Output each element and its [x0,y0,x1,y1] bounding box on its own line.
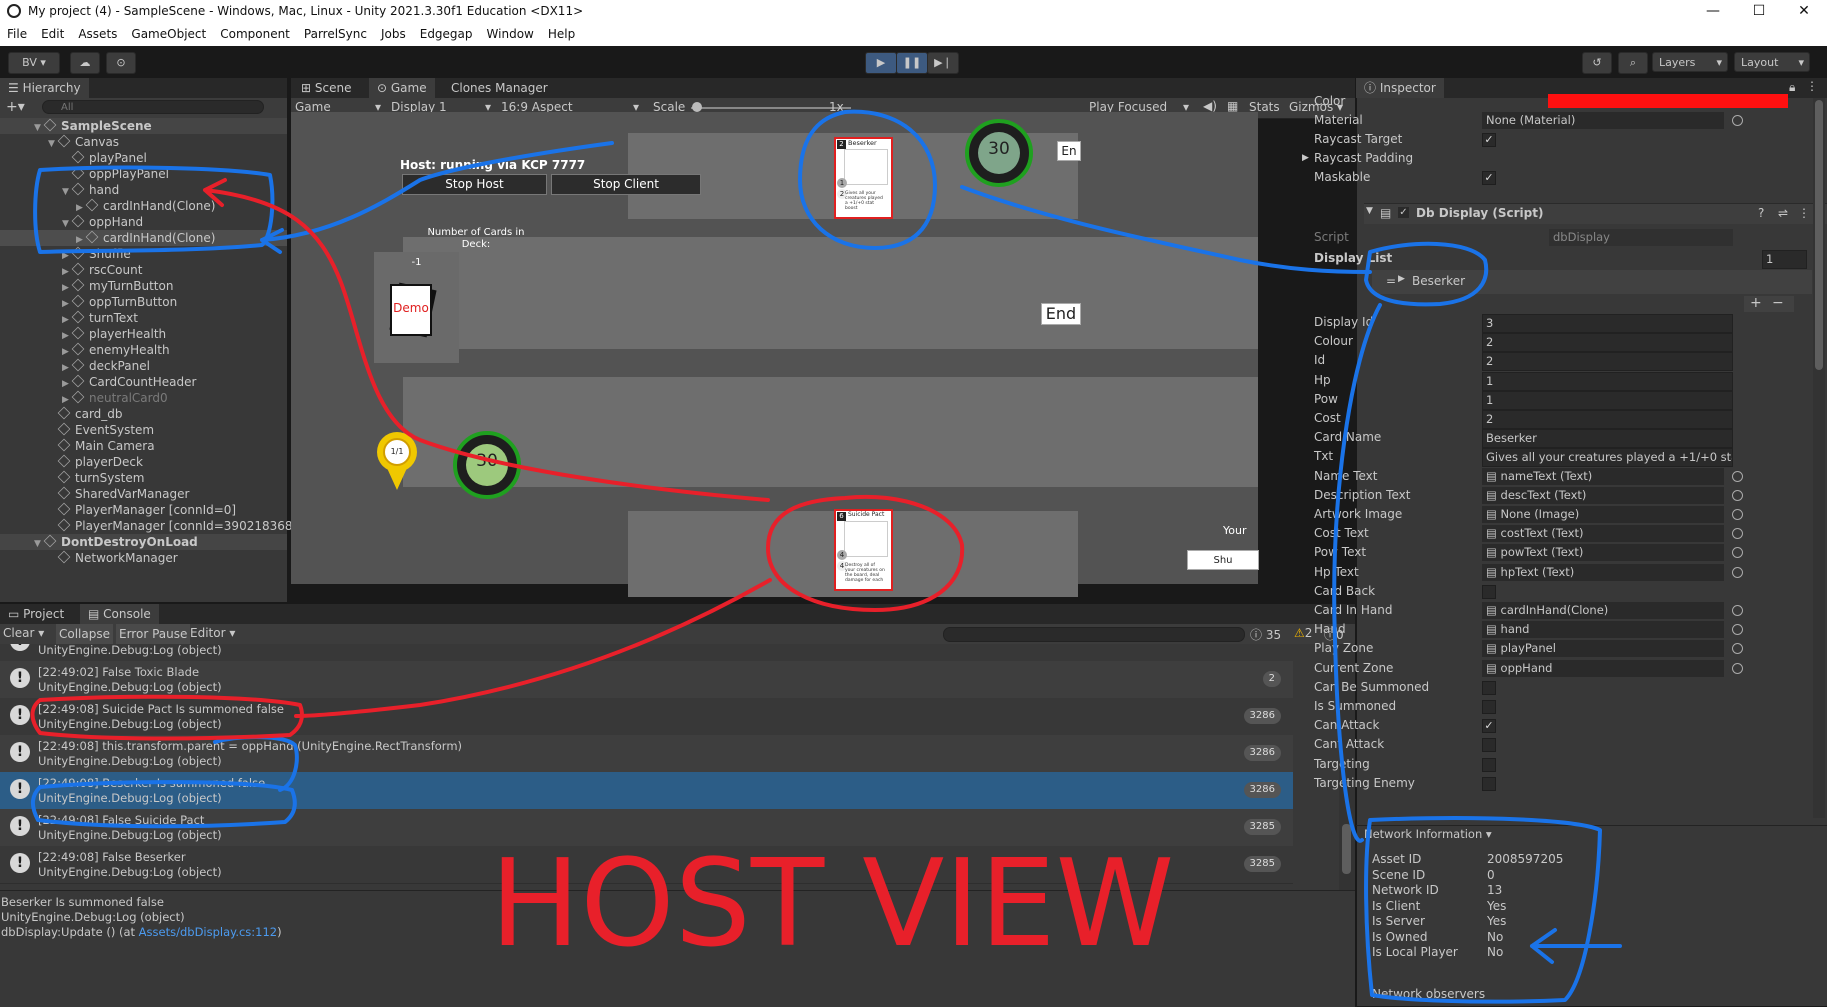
blue-line-down [1332,303,1382,843]
red-circle-bottom-card [766,494,965,612]
annotation-overlay: HOST VIEW [30,109,1622,1004]
blue-arrow-network [1530,928,1622,964]
blue-line-to-inspector [960,185,1372,274]
red-circle-console-row [30,694,304,741]
blue-circle-network-info [1364,816,1602,1004]
blue-circle-hierarchy [33,165,275,254]
blue-circle-console-row [31,780,297,829]
blue-circle-display-list [1364,241,1489,307]
host-view-annotation: HOST VIEW [490,835,1174,974]
red-line-to-console [294,578,772,718]
red-line-to-hierarchy [203,178,770,502]
blue-circle-top-card [798,109,937,250]
